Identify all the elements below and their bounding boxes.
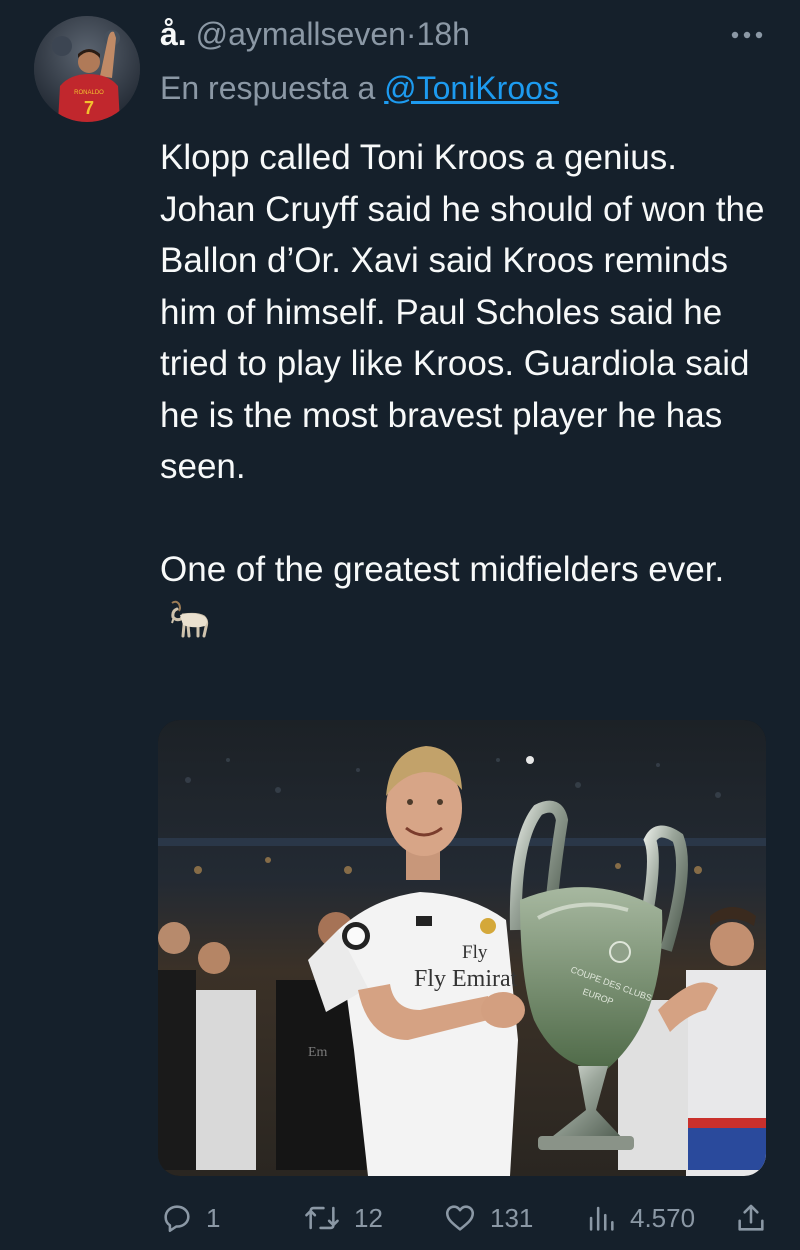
views-count: 4.570 [630, 1202, 696, 1233]
tweet-paragraph-2-wrapper: One of the greatest midfielders ever. [160, 544, 770, 653]
goat-icon [168, 599, 212, 654]
timestamp[interactable]: 18h [417, 16, 470, 52]
retweet-count: 12 [354, 1202, 383, 1233]
sponsor-line-1: Fly [462, 942, 488, 963]
reply-button[interactable]: 1 [160, 1196, 220, 1240]
tweet: RONALDO 7 å. @aymallseven·18h En respues… [0, 0, 800, 1250]
like-count: 131 [490, 1202, 534, 1233]
reply-icon [164, 1205, 190, 1233]
jersey-name: RONALDO [74, 90, 104, 96]
avatar[interactable]: RONALDO 7 [34, 16, 140, 122]
tweet-header: å. @aymallseven·18h [160, 14, 470, 54]
tweet-text: Klopp called Toni Kroos a genius. Johan … [160, 132, 770, 653]
views-button[interactable]: 4.570 [584, 1196, 695, 1240]
handle[interactable]: @aymallseven [196, 16, 406, 52]
display-name[interactable]: å. [160, 16, 187, 52]
tweet-paragraph-2: One of the greatest midfielders ever. [160, 550, 725, 589]
jersey-number: 7 [84, 98, 94, 118]
secondary-sponsor: Em [308, 1045, 328, 1060]
retweet-button[interactable]: 12 [302, 1196, 383, 1240]
reply-prefix: En respuesta a [160, 70, 376, 106]
sponsor-text: Fly Emirat [414, 966, 518, 992]
tweet-paragraph-1: Klopp called Toni Kroos a genius. Johan … [160, 138, 765, 486]
reply-count: 1 [206, 1202, 221, 1233]
reply-context: En respuesta a @ToniKroos [160, 68, 559, 108]
tweet-media[interactable]: Em Fly Fly Emirat COUPE DES CLUBS EUROP [158, 720, 766, 1176]
heart-icon [445, 1205, 475, 1231]
more-dots-icon [731, 31, 763, 39]
action-bar: 1 12 131 4.570 [160, 1196, 770, 1240]
avatar-image: RONALDO 7 [34, 16, 140, 122]
separator: · [405, 16, 417, 52]
more-button[interactable] [722, 18, 772, 52]
like-button[interactable]: 131 [442, 1196, 533, 1240]
reply-to-link[interactable]: @ToniKroos [384, 70, 559, 106]
views-icon [589, 1206, 614, 1231]
retweet-icon [305, 1206, 339, 1230]
media-photo: Em Fly Fly Emirat COUPE DES CLUBS EUROP [158, 720, 766, 1176]
share-button[interactable] [734, 1196, 768, 1240]
share-icon [738, 1204, 764, 1231]
